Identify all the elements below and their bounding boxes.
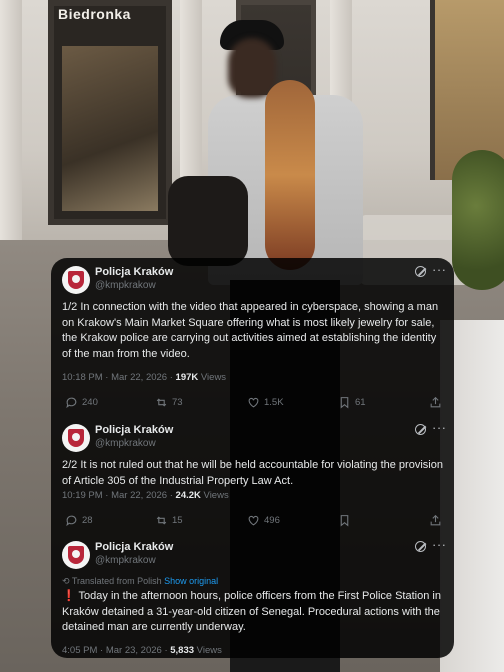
tweet-actions: 28 15 496 bbox=[51, 512, 454, 532]
shop-window bbox=[48, 0, 172, 225]
heart-icon bbox=[248, 397, 259, 408]
repost-icon bbox=[156, 398, 167, 407]
translation-notice: ⟲ Translated from Polish Show original bbox=[62, 576, 219, 586]
blurred-face bbox=[228, 38, 276, 98]
show-original-link[interactable]: Show original bbox=[164, 576, 218, 586]
bookmark-icon bbox=[340, 397, 349, 409]
avatar[interactable] bbox=[62, 424, 90, 452]
author-name[interactable]: Policja Kraków bbox=[95, 266, 173, 278]
tweet-meta: 10:18 PM · Mar 22, 2026 · 197K Views bbox=[62, 372, 227, 383]
black-sculpture bbox=[168, 176, 248, 266]
repost-button[interactable]: 73 bbox=[155, 396, 183, 409]
more-icon[interactable]: ··· bbox=[432, 420, 447, 435]
like-button[interactable]: 1.5K bbox=[247, 396, 284, 409]
bookmark-button[interactable] bbox=[338, 514, 351, 527]
repost-button[interactable]: 15 bbox=[155, 514, 183, 527]
tweet-thread-overlay: Policja Kraków @kmpkrakow ··· 1/2 In con… bbox=[51, 258, 454, 658]
tweet-meta: 10:19 PM · Mar 22, 2026 · 24.2K Views bbox=[62, 490, 229, 501]
exclamation-icon: ❗ bbox=[62, 590, 76, 602]
tweet-text: ❗ Today in the afternoon hours, police o… bbox=[62, 590, 441, 633]
wooden-sculpture bbox=[265, 80, 315, 270]
reply-button[interactable]: 28 bbox=[65, 514, 93, 527]
tweet-text: 2/2 It is not ruled out that he will be … bbox=[62, 459, 443, 487]
author-handle[interactable]: @kmpkrakow bbox=[95, 438, 156, 449]
repost-icon bbox=[156, 516, 167, 525]
author-handle[interactable]: @kmpkrakow bbox=[95, 280, 156, 291]
author-name[interactable]: Policja Kraków bbox=[95, 424, 173, 436]
grok-icon[interactable] bbox=[415, 266, 426, 277]
share-icon bbox=[430, 514, 441, 526]
reply-icon bbox=[66, 515, 77, 527]
grok-icon[interactable] bbox=[415, 541, 426, 552]
tree bbox=[452, 150, 504, 290]
avatar[interactable] bbox=[62, 541, 90, 569]
more-icon[interactable]: ··· bbox=[432, 262, 447, 277]
avatar[interactable] bbox=[62, 266, 90, 294]
tweet-meta: 4:05 PM · Mar 23, 2026 · 5,833 Views bbox=[62, 645, 222, 656]
heart-icon bbox=[248, 515, 259, 526]
more-icon[interactable]: ··· bbox=[432, 537, 447, 552]
tweet-actions: 240 73 1.5K 61 bbox=[51, 394, 454, 414]
shop-sign: Biedronka bbox=[58, 6, 131, 22]
author-handle[interactable]: @kmpkrakow bbox=[95, 555, 156, 566]
author-name[interactable]: Policja Kraków bbox=[95, 541, 173, 553]
pillar bbox=[0, 0, 22, 240]
reply-button[interactable]: 240 bbox=[65, 396, 98, 409]
grok-icon[interactable] bbox=[415, 424, 426, 435]
share-button[interactable] bbox=[429, 396, 442, 409]
tweet-text: 1/2 In connection with the video that ap… bbox=[62, 301, 439, 360]
bookmark-button[interactable]: 61 bbox=[338, 396, 366, 409]
bookmark-icon bbox=[340, 515, 349, 527]
share-button[interactable] bbox=[429, 514, 442, 527]
reply-icon bbox=[66, 397, 77, 409]
globe-icon: ⟲ bbox=[62, 576, 72, 586]
like-button[interactable]: 496 bbox=[247, 514, 280, 527]
share-icon bbox=[430, 396, 441, 408]
